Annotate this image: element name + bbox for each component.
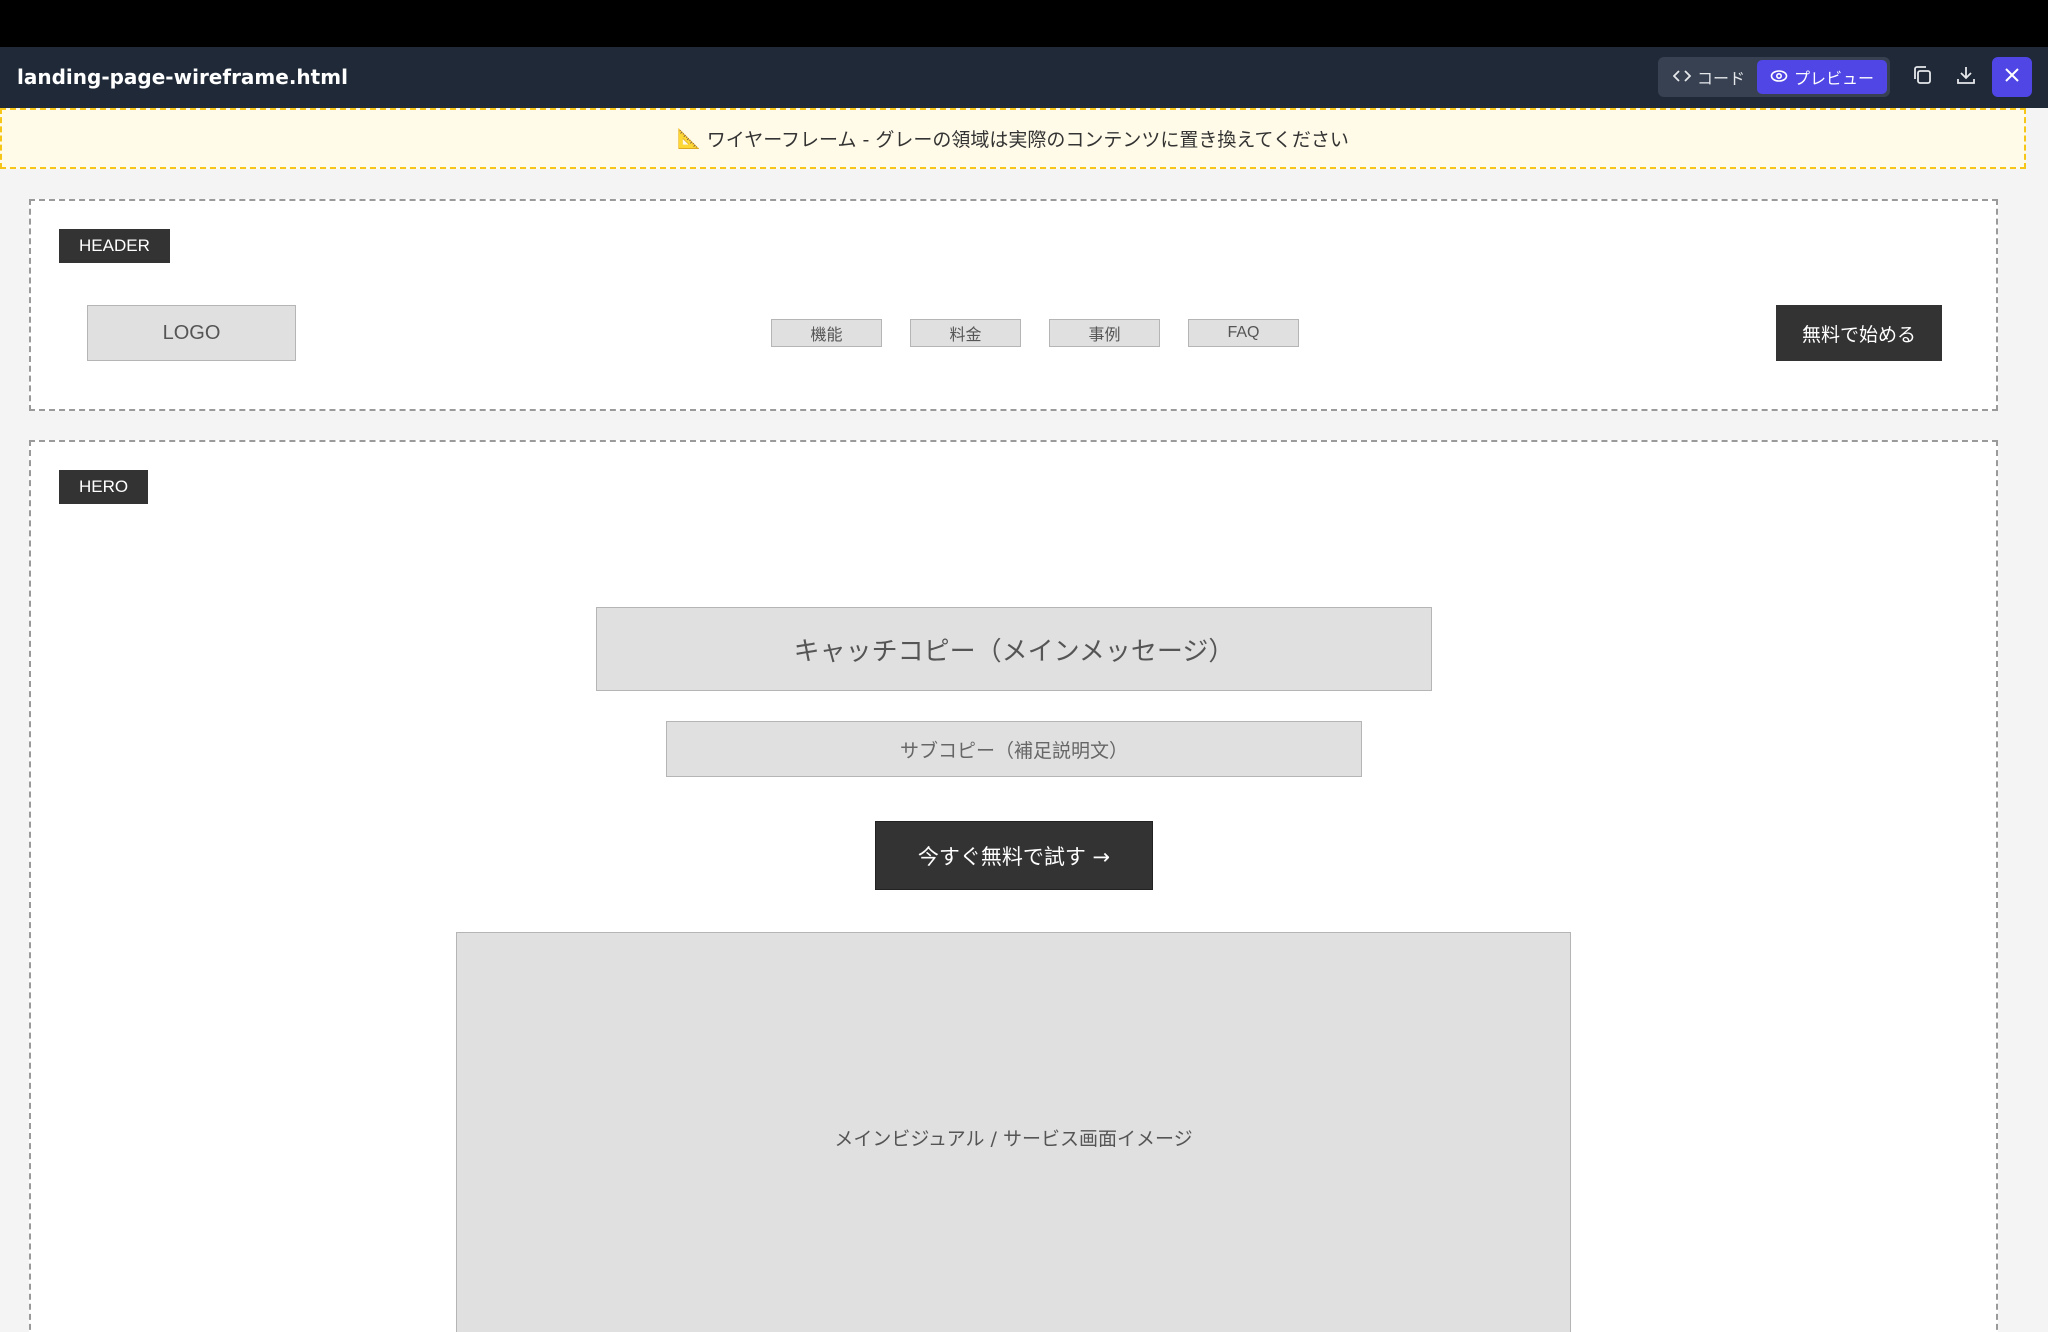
header-section: HEADER LOGO 機能 料金 事例 FAQ 無料で始める — [29, 199, 1998, 411]
view-toggle: コード プレビュー — [1658, 57, 1890, 97]
catch-copy-placeholder: キャッチコピー（メインメッセージ） — [596, 607, 1432, 691]
window-title-bar: landing-page-wireframe.html コード プレビュー — [0, 47, 2048, 108]
window-title: landing-page-wireframe.html — [17, 65, 348, 89]
nav-item-pricing[interactable]: 料金 — [910, 319, 1021, 347]
close-icon — [2004, 67, 2020, 87]
code-view-button[interactable]: コード — [1661, 60, 1757, 94]
screen-top-bar — [0, 0, 2048, 47]
main-visual-label: メインビジュアル / サービス画面イメージ — [834, 1127, 1193, 1150]
nav-item-cases[interactable]: 事例 — [1049, 319, 1160, 347]
hero-section: HERO キャッチコピー（メインメッセージ） サブコピー（補足説明文） 今すぐ無… — [29, 440, 1998, 1332]
copy-icon — [1911, 64, 1933, 90]
download-icon — [1955, 64, 1977, 90]
preview-viewport: 📐 ワイヤーフレーム - グレーの領域は実際のコンテンツに置き換えてください H… — [0, 108, 2048, 1332]
notice-text: ワイヤーフレーム - グレーの領域は実際のコンテンツに置き換えてください — [706, 129, 1349, 151]
close-button[interactable] — [1992, 57, 2032, 97]
logo-placeholder: LOGO — [87, 305, 296, 361]
eye-icon — [1770, 68, 1788, 87]
preview-view-label: プレビュー — [1793, 69, 1874, 88]
hero-section-tag: HERO — [59, 470, 149, 504]
wireframe-notice: 📐 ワイヤーフレーム - グレーの領域は実際のコンテンツに置き換えてください — [0, 108, 2026, 169]
code-icon — [1672, 68, 1692, 87]
nav-menu: 機能 料金 事例 FAQ — [771, 319, 1299, 347]
hero-cta-button[interactable]: 今すぐ無料で試す → — [875, 821, 1153, 890]
header-section-tag: HEADER — [59, 229, 170, 263]
nav-item-faq[interactable]: FAQ — [1188, 319, 1299, 347]
triangle-ruler-icon: 📐 — [677, 128, 701, 150]
sub-copy-placeholder: サブコピー（補足説明文） — [666, 721, 1362, 777]
header-signup-button[interactable]: 無料で始める — [1776, 305, 1942, 361]
copy-button[interactable] — [1905, 60, 1939, 94]
nav-item-features[interactable]: 機能 — [771, 319, 882, 347]
preview-view-button[interactable]: プレビュー — [1757, 60, 1887, 94]
main-visual-placeholder: メインビジュアル / サービス画面イメージ — [456, 932, 1571, 1332]
download-button[interactable] — [1949, 60, 1983, 94]
code-view-label: コード — [1696, 69, 1745, 88]
scrollbar-track[interactable] — [2026, 108, 2048, 1332]
